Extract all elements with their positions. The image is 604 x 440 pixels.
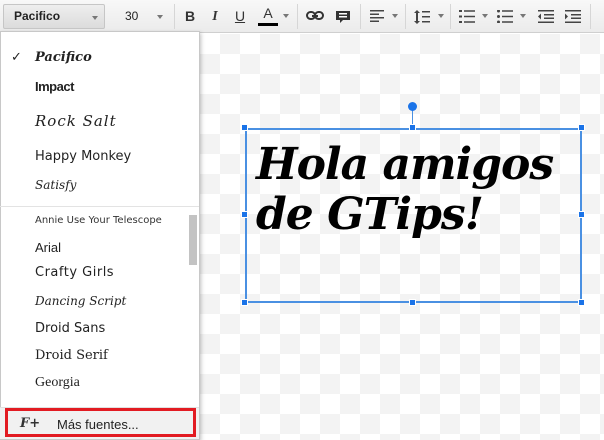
toolbar-divider <box>450 4 451 29</box>
resize-handle-left[interactable] <box>241 211 248 218</box>
toolbar-divider <box>590 4 591 29</box>
toolbar-divider <box>360 4 361 29</box>
decrease-indent-button[interactable] <box>535 4 557 29</box>
line-spacing-icon <box>411 10 433 24</box>
font-option-dancing-script[interactable]: Dancing Script <box>0 288 186 315</box>
toolbar-divider <box>174 4 175 29</box>
increase-indent-button[interactable] <box>562 4 584 29</box>
resize-handle-top-left[interactable] <box>241 124 248 131</box>
line-spacing-button[interactable] <box>411 4 433 29</box>
toolbar-divider <box>297 4 298 29</box>
text-color-button[interactable]: A <box>256 4 280 29</box>
resize-handle-top-right[interactable] <box>578 124 585 131</box>
font-option-satisfy[interactable]: Satisfy <box>0 172 186 199</box>
font-option-droid-sans[interactable]: Droid Sans <box>0 315 186 342</box>
font-option-georgia[interactable]: Georgia <box>0 369 186 396</box>
rotate-handle[interactable] <box>408 102 417 111</box>
font-option-happy-monkey[interactable]: Happy Monkey <box>0 143 186 170</box>
font-option-crafty-girls[interactable]: Crafty Girls <box>0 259 186 286</box>
chevron-down-icon[interactable] <box>520 14 526 18</box>
more-fonts-button[interactable]: Más fuentes... <box>57 417 139 432</box>
chevron-down-icon <box>92 16 98 20</box>
font-family-select[interactable]: Pacifico <box>3 4 105 29</box>
chevron-down-icon[interactable] <box>482 14 488 18</box>
text-box-content[interactable]: Hola amigos de GTips! <box>256 140 576 240</box>
font-option-impact[interactable]: Impact <box>0 73 186 100</box>
font-size-value: 30 <box>125 9 139 23</box>
resize-handle-bottom-right[interactable] <box>578 299 585 306</box>
bulleted-list-icon <box>494 10 516 23</box>
font-option-droid-serif[interactable]: Droid Serif <box>0 342 186 369</box>
chevron-down-icon[interactable] <box>283 14 289 18</box>
comment-icon <box>332 10 354 24</box>
link-button[interactable] <box>304 4 326 29</box>
resize-handle-bottom[interactable] <box>409 299 416 306</box>
italic-button[interactable]: I <box>204 4 226 29</box>
comment-button[interactable] <box>332 4 354 29</box>
bold-button[interactable]: B <box>179 4 201 29</box>
toolbar-divider <box>405 4 406 29</box>
resize-handle-bottom-left[interactable] <box>241 299 248 306</box>
font-option-arial[interactable]: Arial <box>0 234 186 261</box>
link-icon <box>304 10 326 22</box>
bulleted-list-button[interactable] <box>494 4 516 29</box>
numbered-list-icon <box>456 10 478 23</box>
font-option-annie-use-your-telescope[interactable]: Annie Use Your Telescope <box>0 207 186 234</box>
font-option-rock-salt[interactable]: Rock Salt <box>0 108 186 135</box>
menu-scrollbar[interactable] <box>189 215 197 265</box>
chevron-down-icon <box>157 15 163 19</box>
font-option-pacifico[interactable]: Pacifico <box>0 44 186 71</box>
toolbar: Pacifico 30 B I U A <box>0 0 604 33</box>
chevron-down-icon[interactable] <box>438 14 444 18</box>
font-size-select[interactable]: 30 <box>115 4 171 29</box>
align-button[interactable] <box>366 4 388 29</box>
underline-button[interactable]: U <box>229 4 251 29</box>
text-color-swatch <box>258 23 278 26</box>
font-family-value: Pacifico <box>14 9 61 23</box>
chevron-down-icon[interactable] <box>392 14 398 18</box>
add-font-icon: F+ <box>20 416 41 431</box>
numbered-list-button[interactable] <box>456 4 478 29</box>
decrease-indent-icon <box>535 10 557 23</box>
text-color-label: A <box>263 5 273 21</box>
resize-handle-top[interactable] <box>409 124 416 131</box>
align-left-icon <box>366 10 388 22</box>
resize-handle-right[interactable] <box>578 211 585 218</box>
increase-indent-icon <box>562 10 584 23</box>
